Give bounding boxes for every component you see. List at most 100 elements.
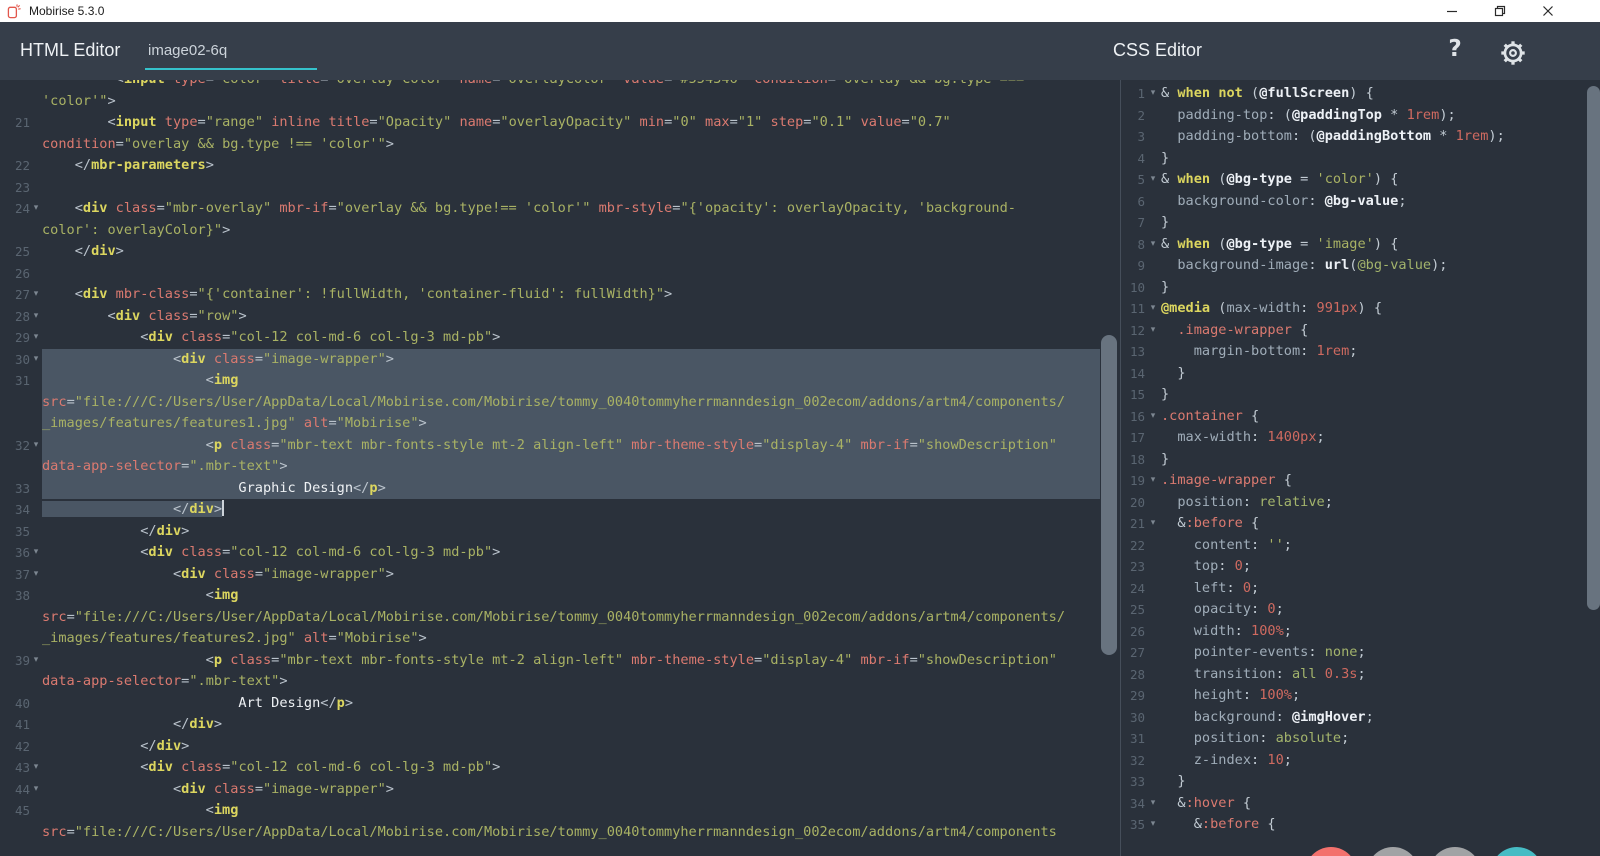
code-row[interactable]: 1▾& when not (@fullScreen) {: [1121, 83, 1600, 105]
code-row[interactable]: 13 margin-bottom: 1rem;: [1121, 341, 1600, 363]
code-row[interactable]: _images/features/features2.jpg" alt="Mob…: [0, 628, 1100, 650]
fold-arrow-icon[interactable]: ▾: [30, 306, 42, 328]
code-row[interactable]: 36▾ <div class="col-12 col-md-6 col-lg-3…: [0, 542, 1100, 564]
code-row[interactable]: 33 Graphic Design</p>: [0, 478, 1100, 500]
code-row[interactable]: 37▾ <div class="image-wrapper">: [0, 564, 1100, 586]
code-row[interactable]: 3 padding-bottom: (@paddingBottom * 1rem…: [1121, 126, 1600, 148]
fold-arrow-icon[interactable]: ▾: [1145, 406, 1161, 428]
restore-button[interactable]: [1476, 0, 1524, 22]
code-row[interactable]: 19▾.image-wrapper {: [1121, 470, 1600, 492]
fold-arrow-icon[interactable]: ▾: [30, 327, 42, 349]
code-row[interactable]: 29▾ <div class="col-12 col-md-6 col-lg-3…: [0, 327, 1100, 349]
fold-arrow-icon[interactable]: ▾: [30, 349, 42, 371]
code-row[interactable]: 14 }: [1121, 363, 1600, 385]
code-row[interactable]: data-app-selector=".mbr-text">: [0, 456, 1100, 478]
code-row[interactable]: 27▾ <div mbr-class="{'container': !fullW…: [0, 284, 1100, 306]
code-row[interactable]: condition="overlay && bg.type !== 'color…: [0, 134, 1100, 156]
code-row[interactable]: 23 top: 0;: [1121, 556, 1600, 578]
fold-arrow-icon[interactable]: ▾: [1145, 298, 1161, 320]
minimize-button[interactable]: [1428, 0, 1476, 22]
code-row[interactable]: 21 <input type="range" inline title="Opa…: [0, 112, 1100, 134]
code-row[interactable]: src="file:///C:/Users/User/AppData/Local…: [0, 607, 1100, 629]
code-row[interactable]: color': overlayColor}">: [0, 220, 1100, 242]
code-row[interactable]: 20 position: relative;: [1121, 492, 1600, 514]
fold-arrow-icon[interactable]: ▾: [30, 564, 42, 586]
code-row[interactable]: 2 padding-top: (@paddingTop * 1rem);: [1121, 105, 1600, 127]
code-row[interactable]: 34▾ &:hover {: [1121, 793, 1600, 815]
code-row[interactable]: _images/features/features1.jpg" alt="Mob…: [0, 413, 1100, 435]
fold-arrow-icon[interactable]: ▾: [1145, 320, 1161, 342]
code-row[interactable]: 25 opacity: 0;: [1121, 599, 1600, 621]
code-row[interactable]: 32 z-index: 10;: [1121, 750, 1600, 772]
code-row[interactable]: 26: [0, 263, 1100, 285]
fold-arrow-icon[interactable]: ▾: [30, 198, 42, 220]
code-row[interactable]: 8▾& when (@bg-type = 'image') {: [1121, 234, 1600, 256]
code-row[interactable]: 30 background: @imgHover;: [1121, 707, 1600, 729]
fold-arrow-icon[interactable]: ▾: [30, 757, 42, 779]
code-row[interactable]: 11▾@media (max-width: 991px) {: [1121, 298, 1600, 320]
fold-arrow-icon[interactable]: ▾: [1145, 169, 1161, 191]
code-row[interactable]: 5▾& when (@bg-type = 'color') {: [1121, 169, 1600, 191]
code-row[interactable]: 22 content: '';: [1121, 535, 1600, 557]
code-row[interactable]: 27 pointer-events: none;: [1121, 642, 1600, 664]
close-button[interactable]: [1524, 0, 1572, 22]
code-row[interactable]: 10}: [1121, 277, 1600, 299]
fold-arrow-icon[interactable]: ▾: [30, 435, 42, 457]
code-row[interactable]: 22 </mbr-parameters>: [0, 155, 1100, 177]
fold-arrow-icon[interactable]: ▾: [1145, 814, 1161, 836]
code-row[interactable]: 'color'">: [0, 91, 1100, 113]
code-row[interactable]: 32▾ <p class="mbr-text mbr-fonts-style m…: [0, 435, 1100, 457]
code-row[interactable]: 40 Art Design</p>: [0, 693, 1100, 715]
code-row[interactable]: 42 </div>: [0, 736, 1100, 758]
code-row[interactable]: 9 background-image: url(@bg-value);: [1121, 255, 1600, 277]
code-row[interactable]: 44▾ <div class="image-wrapper">: [0, 779, 1100, 801]
code-row[interactable]: 34 </div>: [0, 499, 1100, 521]
code-row[interactable]: 24▾ <div class="mbr-overlay" mbr-if="ove…: [0, 198, 1100, 220]
code-row[interactable]: 31 <img: [0, 370, 1100, 392]
css-editor-pane[interactable]: 1▾& when not (@fullScreen) {2 padding-to…: [1121, 80, 1600, 856]
code-row[interactable]: 16▾.container {: [1121, 406, 1600, 428]
code-row[interactable]: 45 <img: [0, 800, 1100, 822]
fold-arrow-icon[interactable]: ▾: [30, 284, 42, 306]
code-row[interactable]: 28▾ <div class="row">: [0, 306, 1100, 328]
code-row[interactable]: 31 position: absolute;: [1121, 728, 1600, 750]
code-row[interactable]: 18}: [1121, 449, 1600, 471]
fold-arrow-icon[interactable]: ▾: [1145, 513, 1161, 535]
code-row[interactable]: data-app-selector=".mbr-text">: [0, 671, 1100, 693]
fold-arrow-icon[interactable]: ▾: [1145, 83, 1161, 105]
code-row[interactable]: 33 }: [1121, 771, 1600, 793]
code-row[interactable]: 15}: [1121, 384, 1600, 406]
code-row[interactable]: 41 </div>: [0, 714, 1100, 736]
fold-arrow-icon[interactable]: ▾: [30, 779, 42, 801]
css-editor-scrollbar[interactable]: [1587, 86, 1600, 610]
code-row[interactable]: 35▾ &:before {: [1121, 814, 1600, 836]
code-row[interactable]: 35 </div>: [0, 521, 1100, 543]
code-row[interactable]: 28 transition: all 0.3s;: [1121, 664, 1600, 686]
code-row[interactable]: 12▾ .image-wrapper {: [1121, 320, 1600, 342]
fold-arrow-icon[interactable]: ▾: [1145, 793, 1161, 815]
code-row[interactable]: 43▾ <div class="col-12 col-md-6 col-lg-3…: [0, 757, 1100, 779]
code-row[interactable]: 38 <img: [0, 585, 1100, 607]
code-row[interactable]: 25 </div>: [0, 241, 1100, 263]
code-row[interactable]: 23: [0, 177, 1100, 199]
code-row[interactable]: 29 height: 100%;: [1121, 685, 1600, 707]
help-button[interactable]: ?: [1438, 36, 1472, 68]
code-row[interactable]: 4}: [1121, 148, 1600, 170]
code-row[interactable]: 30▾ <div class="image-wrapper">: [0, 349, 1100, 371]
html-editor-pane[interactable]: <input type="color" title="Overlay Color…: [0, 80, 1100, 856]
fold-arrow-icon[interactable]: ▾: [1145, 234, 1161, 256]
code-row[interactable]: 17 max-width: 1400px;: [1121, 427, 1600, 449]
code-row[interactable]: src="file:///C:/Users/User/AppData/Local…: [0, 392, 1100, 414]
fold-arrow-icon[interactable]: ▾: [30, 650, 42, 672]
code-row[interactable]: 21▾ &:before {: [1121, 513, 1600, 535]
code-row[interactable]: 26 width: 100%;: [1121, 621, 1600, 643]
settings-button[interactable]: [1494, 35, 1532, 71]
code-row[interactable]: src="file:///C:/Users/User/AppData/Local…: [0, 822, 1100, 844]
tab-image02-6q[interactable]: image02-6q: [145, 36, 317, 70]
fold-arrow-icon[interactable]: ▾: [1145, 470, 1161, 492]
code-row[interactable]: 24 left: 0;: [1121, 578, 1600, 600]
code-row[interactable]: 39▾ <p class="mbr-text mbr-fonts-style m…: [0, 650, 1100, 672]
code-row[interactable]: <input type="color" title="Overlay Color…: [0, 80, 1100, 91]
code-row[interactable]: 6 background-color: @bg-value;: [1121, 191, 1600, 213]
code-row[interactable]: 7}: [1121, 212, 1600, 234]
